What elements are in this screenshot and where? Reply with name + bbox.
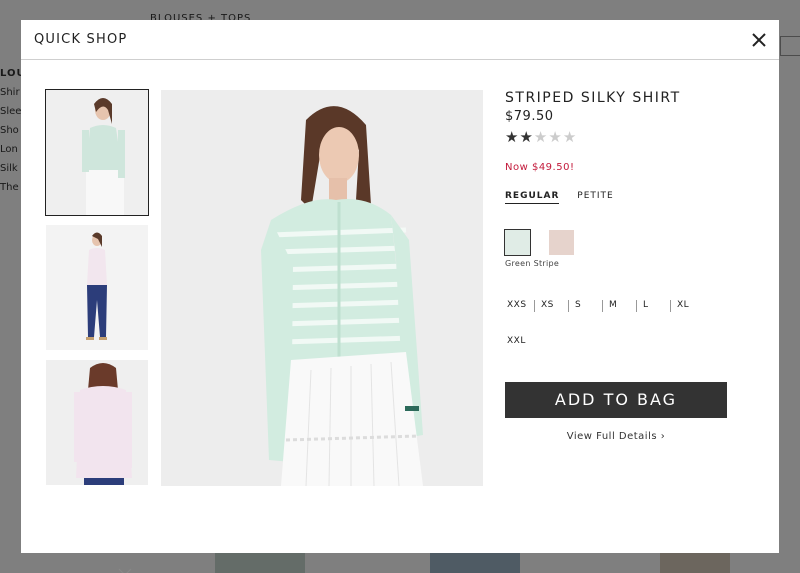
model-back-image: [46, 360, 148, 485]
fit-tab-regular[interactable]: REGULAR: [505, 191, 560, 204]
size-row: XXL: [505, 336, 745, 372]
quick-shop-modal: QUICK SHOP STRIPED SILKY SHIRT $79.50 ★★…: [21, 20, 779, 573]
star-icon: ★: [505, 128, 520, 146]
size-option-xl[interactable]: XL: [675, 300, 709, 310]
product-price: $79.50: [505, 109, 554, 124]
main-product-image: [161, 90, 483, 486]
star-icon: ★: [562, 128, 578, 146]
selected-color-label: Green Stripe: [505, 259, 560, 268]
chevron-down-icon: [118, 568, 132, 573]
view-full-details-link[interactable]: View Full Details ›: [505, 431, 727, 442]
thumbnail-back[interactable]: [46, 360, 148, 485]
model-front-image: [46, 90, 148, 215]
sale-price: Now $49.50!: [505, 162, 575, 173]
model-main-image: [161, 90, 483, 486]
model-full-body-image: [46, 225, 148, 350]
star-icon: ★: [548, 128, 563, 146]
size-option-xxl[interactable]: XXL: [505, 336, 539, 346]
close-icon: [752, 33, 766, 47]
color-swatches: [504, 229, 745, 256]
thumbnails-scroll-down-button[interactable]: [118, 562, 132, 573]
modal-title: QUICK SHOP: [34, 32, 128, 47]
star-icon: ★: [533, 128, 549, 146]
fit-tab-petite[interactable]: PETITE: [577, 191, 613, 203]
product-name: STRIPED SILKY SHIRT: [505, 90, 681, 106]
modal-header: QUICK SHOP: [21, 20, 779, 60]
size-option-s[interactable]: S: [573, 300, 607, 312]
size-option-l[interactable]: L: [641, 300, 675, 312]
size-option-xxs[interactable]: XXS: [505, 300, 539, 312]
thumbnail-front[interactable]: [45, 89, 149, 216]
star-rating[interactable]: ★★★★★: [505, 128, 745, 146]
size-row: XXS XS S M L XL: [505, 300, 745, 336]
thumbnail-full-body[interactable]: [46, 225, 148, 350]
star-icon: ★: [519, 128, 534, 146]
size-option-m[interactable]: M: [607, 300, 641, 312]
product-info: STRIPED SILKY SHIRT $79.50 ★★★★★ Now $49…: [504, 90, 745, 442]
size-option-xs[interactable]: XS: [539, 300, 573, 312]
add-to-bag-button[interactable]: ADD TO BAG: [505, 382, 727, 418]
fit-tabs: REGULAR PETITE: [505, 191, 745, 204]
swatch-green-stripe[interactable]: [504, 229, 531, 256]
close-button[interactable]: [749, 30, 769, 50]
size-selector: XXS XS S M L XL XXL: [505, 300, 745, 372]
swatch-blush[interactable]: [549, 230, 575, 255]
